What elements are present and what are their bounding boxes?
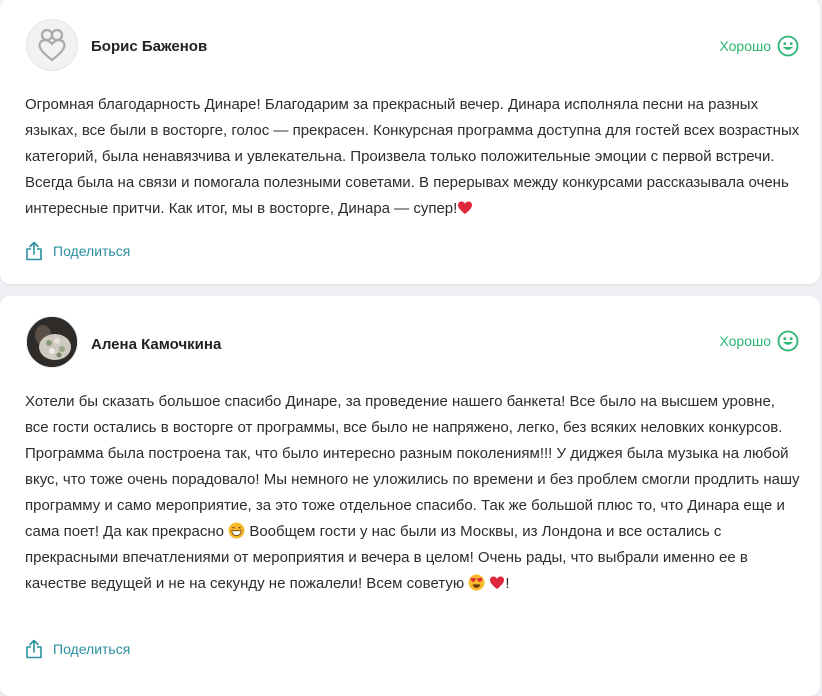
- avatar[interactable]: [26, 316, 78, 368]
- review-card: Борис Баженов Хорошо Огромная благодарно…: [0, 0, 820, 284]
- share-label: Поделиться: [53, 243, 131, 259]
- reviewer-name: Алена Камочкина: [91, 336, 222, 353]
- share-icon: [26, 241, 42, 261]
- review-body: Огромная благодарность Динаре! Благодари…: [25, 96, 800, 217]
- review-text: Хотели бы сказать большое спасибо Динаре…: [25, 389, 800, 597]
- review-body-part3: !: [505, 575, 510, 592]
- smile-icon: [777, 330, 799, 352]
- share-label: Поделиться: [53, 641, 131, 657]
- share-icon: [26, 639, 42, 659]
- rating-label: Хорошо: [719, 38, 771, 54]
- smile-icon: [777, 35, 799, 57]
- review-text: Огромная благодарность Динаре! Благодари…: [25, 92, 800, 222]
- heart-eyes-icon: [468, 574, 485, 591]
- red-heart-icon: [490, 576, 505, 589]
- review-card: Алена Камочкина Хорошо Хотели бы сказать…: [0, 296, 820, 696]
- grinning-face-icon: [228, 522, 245, 539]
- reviewer-name: Борис Баженов: [91, 38, 208, 55]
- share-button[interactable]: Поделиться: [25, 241, 130, 261]
- red-heart-icon: [458, 201, 473, 214]
- rating-badge: Хорошо: [719, 35, 799, 57]
- rating-label: Хорошо: [719, 333, 771, 349]
- brand-logo-icon: [38, 28, 66, 62]
- avatar[interactable]: [26, 19, 78, 71]
- user-photo-icon: [27, 317, 77, 367]
- review-body-part1: Хотели бы сказать большое спасибо Динаре…: [25, 393, 800, 540]
- share-button[interactable]: Поделиться: [25, 639, 130, 659]
- rating-badge: Хорошо: [719, 330, 799, 352]
